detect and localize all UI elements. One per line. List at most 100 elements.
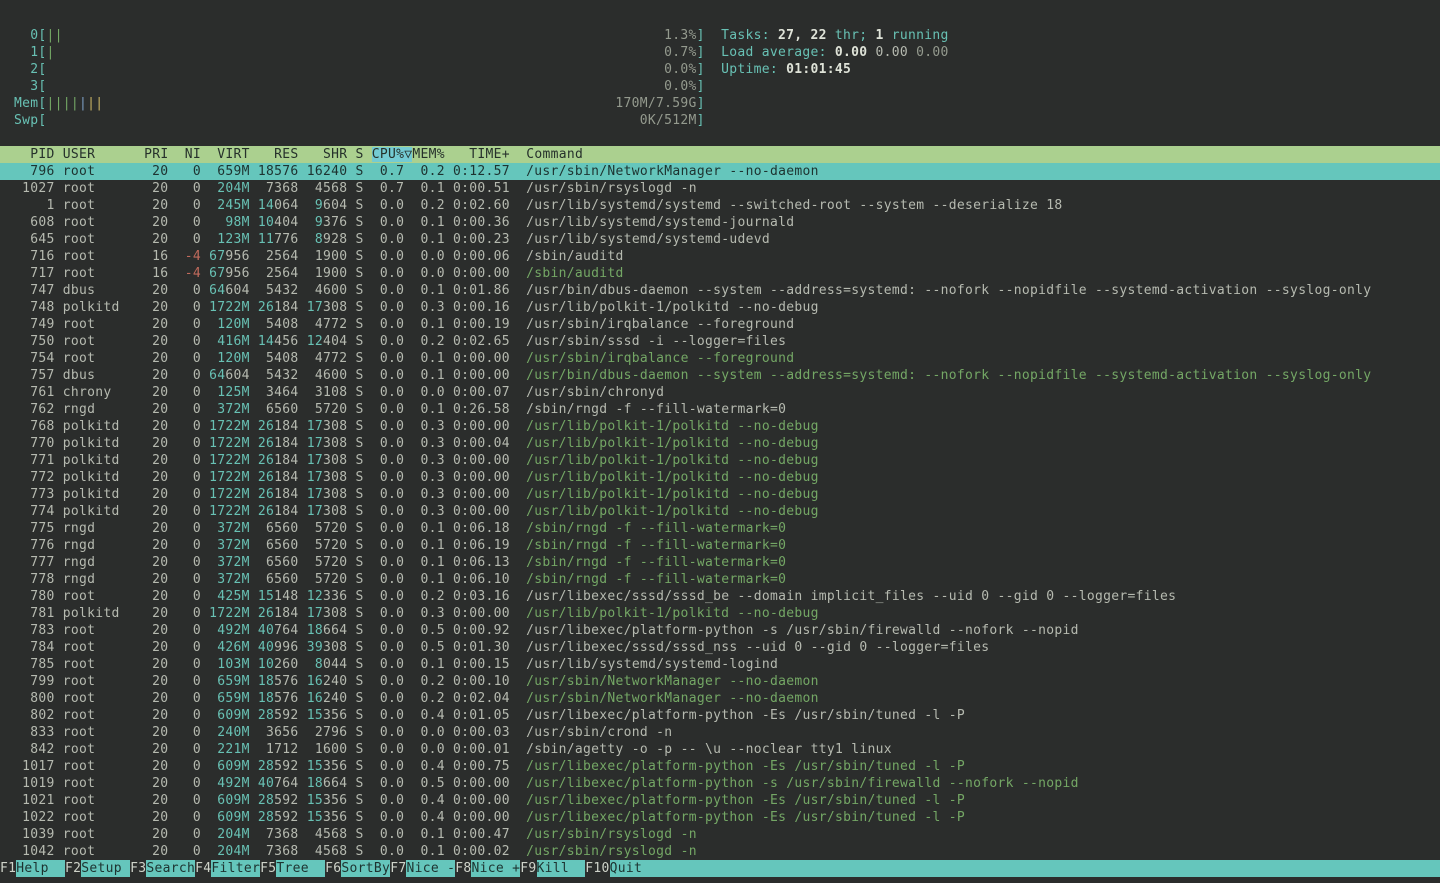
process-row-1042[interactable]: 1042 root 20 0 204M 7368 4568 S 0.0 0.1 … bbox=[0, 843, 1440, 860]
process-row-608[interactable]: 608 root 20 0 98M 10404 9376 S 0.0 0.1 0… bbox=[0, 214, 1440, 231]
fkey-label-setup[interactable]: Setup bbox=[81, 860, 130, 877]
fkey-f4[interactable]: F4 bbox=[195, 860, 211, 877]
process-row-774[interactable]: 774 polkitd 20 0 1722M 26184 17308 S 0.0… bbox=[0, 503, 1440, 520]
cell-ni: 0 bbox=[177, 708, 201, 723]
fkey-label-search[interactable]: Search bbox=[146, 860, 195, 877]
process-row-750[interactable]: 750 root 20 0 416M 14456 12404 S 0.0 0.2… bbox=[0, 333, 1440, 350]
fkey-label-quit[interactable]: Quit bbox=[610, 860, 1440, 877]
process-row-799[interactable]: 799 root 20 0 659M 18576 16240 S 0.0 0.2… bbox=[0, 673, 1440, 690]
fkey-f3[interactable]: F3 bbox=[130, 860, 146, 877]
fkey-f8[interactable]: F8 bbox=[455, 860, 471, 877]
process-row-1022[interactable]: 1022 root 20 0 609M 28592 15356 S 0.0 0.… bbox=[0, 809, 1440, 826]
column-header-mem[interactable]: MEM% bbox=[412, 147, 445, 162]
column-header-virt[interactable]: VIRT bbox=[209, 147, 250, 162]
column-header-pid[interactable]: PID bbox=[14, 147, 55, 162]
column-header-command[interactable]: Command bbox=[526, 147, 583, 162]
cell-stats: S 0.0 0.1 0:00.36 bbox=[347, 215, 526, 230]
process-row-757[interactable]: 757 dbus 20 0 64604 5432 4600 S 0.0 0.1 … bbox=[0, 367, 1440, 384]
column-header-ni[interactable]: NI bbox=[177, 147, 201, 162]
column-header-res[interactable]: RES bbox=[258, 147, 299, 162]
fkey-f10[interactable]: F10 bbox=[585, 860, 609, 877]
process-row-645[interactable]: 645 root 20 0 123M 11776 8928 S 0.0 0.1 … bbox=[0, 231, 1440, 248]
meter-bar: || bbox=[87, 96, 103, 111]
process-row-778[interactable]: 778 rngd 20 0 372M 6560 5720 S 0.0 0.1 0… bbox=[0, 571, 1440, 588]
fkey-label-filter[interactable]: Filter bbox=[211, 860, 260, 877]
process-row-1021[interactable]: 1021 root 20 0 609M 28592 15356 S 0.0 0.… bbox=[0, 792, 1440, 809]
uptime-label: Uptime: bbox=[721, 62, 786, 77]
process-row-775[interactable]: 775 rngd 20 0 372M 6560 5720 S 0.0 0.1 0… bbox=[0, 520, 1440, 537]
cell-ni: -4 bbox=[177, 249, 201, 264]
process-row-754[interactable]: 754 root 20 0 120M 5408 4772 S 0.0 0.1 0… bbox=[0, 350, 1440, 367]
cell-command: /usr/bin/dbus-daemon --system --address=… bbox=[526, 368, 1371, 383]
fkey-f7[interactable]: F7 bbox=[390, 860, 406, 877]
fkey-label-nice--[interactable]: Nice - bbox=[406, 860, 455, 877]
process-row-762[interactable]: 762 rngd 20 0 372M 6560 5720 S 0.0 0.1 0… bbox=[0, 401, 1440, 418]
process-row-777[interactable]: 777 rngd 20 0 372M 6560 5720 S 0.0 0.1 0… bbox=[0, 554, 1440, 571]
meter-bar: || bbox=[47, 28, 63, 43]
process-row-783[interactable]: 783 root 20 0 492M 40764 18664 S 0.0 0.5… bbox=[0, 622, 1440, 639]
fkey-f5[interactable]: F5 bbox=[260, 860, 276, 877]
fkey-f1[interactable]: F1 bbox=[0, 860, 16, 877]
process-row-1017[interactable]: 1017 root 20 0 609M 28592 15356 S 0.0 0.… bbox=[0, 758, 1440, 775]
fkey-label-nice-+[interactable]: Nice + bbox=[471, 860, 520, 877]
fkey-label-kill[interactable]: Kill bbox=[537, 860, 586, 877]
cell-ni: 0 bbox=[177, 589, 201, 604]
cell-pid: 747 bbox=[14, 283, 55, 298]
meter-label: Swp[ bbox=[14, 113, 47, 128]
process-row-1039[interactable]: 1039 root 20 0 204M 7368 4568 S 0.0 0.1 … bbox=[0, 826, 1440, 843]
cell-stats: S 0.7 0.1 0:00.51 bbox=[347, 181, 526, 196]
process-row-773[interactable]: 773 polkitd 20 0 1722M 26184 17308 S 0.0… bbox=[0, 486, 1440, 503]
cell-stats: S 0.0 0.5 0:00.00 bbox=[347, 776, 526, 791]
process-row-749[interactable]: 749 root 20 0 120M 5408 4772 S 0.0 0.1 0… bbox=[0, 316, 1440, 333]
process-row-770[interactable]: 770 polkitd 20 0 1722M 26184 17308 S 0.0… bbox=[0, 435, 1440, 452]
fkey-f9[interactable]: F9 bbox=[520, 860, 536, 877]
process-row-771[interactable]: 771 polkitd 20 0 1722M 26184 17308 S 0.0… bbox=[0, 452, 1440, 469]
fkey-label-tree[interactable]: Tree bbox=[276, 860, 325, 877]
cell-command: /usr/lib/systemd/systemd-udevd bbox=[526, 232, 770, 247]
process-row-842[interactable]: 842 root 20 0 221M 1712 1600 S 0.0 0.0 0… bbox=[0, 741, 1440, 758]
process-row-716[interactable]: 716 root 16 -4 67956 2564 1900 S 0.0 0.0… bbox=[0, 248, 1440, 265]
cell-pri: 20 bbox=[136, 198, 169, 213]
process-row-768[interactable]: 768 polkitd 20 0 1722M 26184 17308 S 0.0… bbox=[0, 418, 1440, 435]
process-row-1019[interactable]: 1019 root 20 0 492M 40764 18664 S 0.0 0.… bbox=[0, 775, 1440, 792]
cell-ni: 0 bbox=[177, 657, 201, 672]
process-row-772[interactable]: 772 polkitd 20 0 1722M 26184 17308 S 0.0… bbox=[0, 469, 1440, 486]
uptime-value: 01:01:45 bbox=[786, 62, 851, 77]
process-row-780[interactable]: 780 root 20 0 425M 15148 12336 S 0.0 0.2… bbox=[0, 588, 1440, 605]
column-header-cpu[interactable]: CPU%▽ bbox=[372, 147, 413, 162]
cell-user: root bbox=[55, 742, 136, 757]
process-row-785[interactable]: 785 root 20 0 103M 10260 8044 S 0.0 0.1 … bbox=[0, 656, 1440, 673]
process-row-748[interactable]: 748 polkitd 20 0 1722M 26184 17308 S 0.0… bbox=[0, 299, 1440, 316]
fkey-f2[interactable]: F2 bbox=[65, 860, 81, 877]
cell-command: /usr/libexec/platform-python -s /usr/sbi… bbox=[526, 776, 1079, 791]
cell-pid: 1022 bbox=[14, 810, 55, 825]
process-row-776[interactable]: 776 rngd 20 0 372M 6560 5720 S 0.0 0.1 0… bbox=[0, 537, 1440, 554]
column-header-s[interactable]: S bbox=[355, 147, 363, 162]
meter-value: 0.0% bbox=[664, 62, 697, 77]
process-row-761[interactable]: 761 chrony 20 0 125M 3464 3108 S 0.0 0.0… bbox=[0, 384, 1440, 401]
column-header-time[interactable]: TIME+ bbox=[453, 147, 510, 162]
column-header-shr[interactable]: SHR bbox=[307, 147, 348, 162]
process-row-784[interactable]: 784 root 20 0 426M 40996 39308 S 0.0 0.5… bbox=[0, 639, 1440, 656]
process-row-833[interactable]: 833 root 20 0 240M 3656 2796 S 0.0 0.0 0… bbox=[0, 724, 1440, 741]
fkey-label-sortby[interactable]: SortBy bbox=[341, 860, 390, 877]
column-header-pri[interactable]: PRI bbox=[144, 147, 168, 162]
tasks-label: Tasks: bbox=[721, 28, 778, 43]
process-row-781[interactable]: 781 polkitd 20 0 1722M 26184 17308 S 0.0… bbox=[0, 605, 1440, 622]
process-row-1027[interactable]: 1027 root 20 0 204M 7368 4568 S 0.7 0.1 … bbox=[0, 180, 1440, 197]
fkey-f6[interactable]: F6 bbox=[325, 860, 341, 877]
cell-ni: 0 bbox=[177, 555, 201, 570]
cell-ni: 0 bbox=[177, 810, 201, 825]
fkey-label-help[interactable]: Help bbox=[16, 860, 65, 877]
process-row-802[interactable]: 802 root 20 0 609M 28592 15356 S 0.0 0.4… bbox=[0, 707, 1440, 724]
cell-pid: 762 bbox=[14, 402, 55, 417]
process-row-796[interactable]: 796 root 20 0 659M 18576 16240 S 0.7 0.2… bbox=[0, 163, 1440, 180]
cell-user: root bbox=[55, 657, 136, 672]
process-row-747[interactable]: 747 dbus 20 0 64604 5432 4600 S 0.0 0.1 … bbox=[0, 282, 1440, 299]
column-header-user[interactable]: USER bbox=[63, 147, 136, 162]
cell-pri: 16 bbox=[136, 266, 169, 281]
cell-ni: 0 bbox=[177, 487, 201, 502]
process-row-1[interactable]: 1 root 20 0 245M 14064 9604 S 0.0 0.2 0:… bbox=[0, 197, 1440, 214]
process-row-800[interactable]: 800 root 20 0 659M 18576 16240 S 0.0 0.2… bbox=[0, 690, 1440, 707]
process-row-717[interactable]: 717 root 16 -4 67956 2564 1900 S 0.0 0.0… bbox=[0, 265, 1440, 282]
